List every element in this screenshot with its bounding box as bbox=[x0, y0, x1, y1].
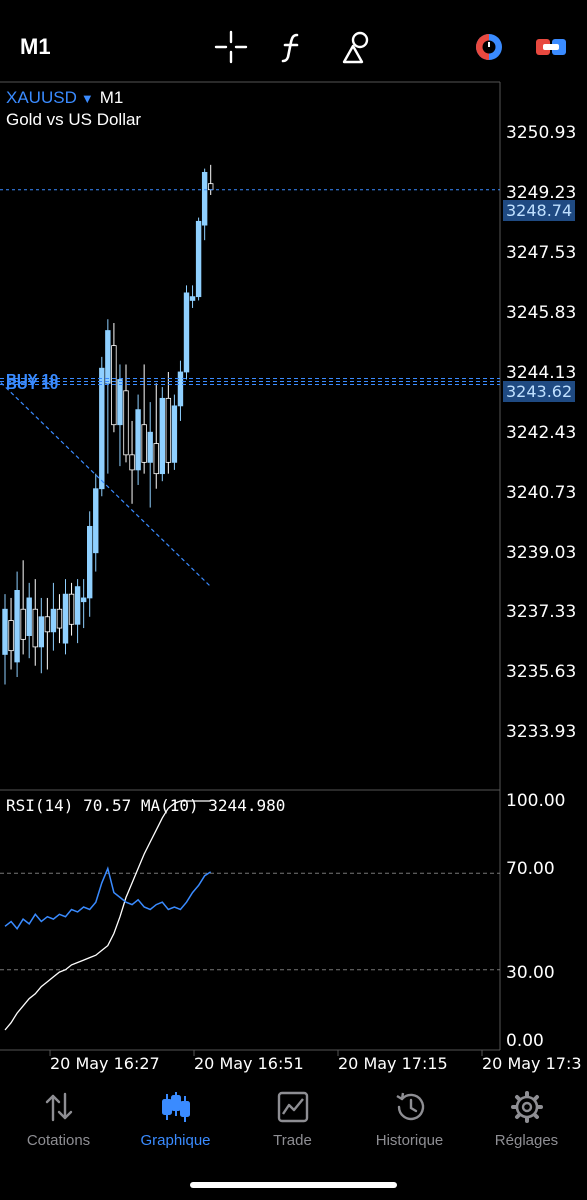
symbol-timeframe: M1 bbox=[99, 88, 124, 107]
bull-candle bbox=[135, 409, 141, 471]
bull-candle bbox=[99, 367, 105, 490]
rsi-level-label: 70.00 bbox=[506, 859, 555, 879]
nav-item-graphique[interactable]: Graphique bbox=[117, 1090, 234, 1149]
bear-candle bbox=[123, 390, 129, 456]
price-lines bbox=[0, 189, 500, 588]
bear-candle bbox=[141, 424, 147, 463]
bear-candle bbox=[8, 620, 14, 652]
bear-candle bbox=[207, 183, 214, 191]
nav-item-historique[interactable]: Historique bbox=[351, 1090, 468, 1149]
bull-candle bbox=[189, 296, 196, 301]
price-label: 3247.53 bbox=[506, 243, 577, 263]
nav-label: Historique bbox=[375, 1132, 444, 1149]
nav-label: Trade bbox=[273, 1132, 312, 1149]
rsi-line bbox=[4, 866, 212, 930]
bull-candle bbox=[2, 608, 8, 655]
chart-grid bbox=[0, 872, 500, 971]
price-label: 3237.33 bbox=[506, 602, 577, 622]
nav-item-cotations[interactable]: Cotations bbox=[0, 1090, 117, 1149]
rsi-level-label: 0.00 bbox=[506, 1031, 544, 1051]
bull-candle bbox=[38, 616, 44, 648]
bull-candle bbox=[147, 431, 153, 463]
nav-label: Graphique bbox=[140, 1132, 211, 1149]
bull-candle bbox=[117, 379, 123, 426]
bull-candle bbox=[87, 525, 93, 599]
bull-candle bbox=[159, 397, 165, 475]
order-price-tag: 3243.62 bbox=[503, 381, 576, 402]
bull-candle bbox=[26, 597, 32, 636]
price-label: 3250.93 bbox=[506, 123, 577, 143]
rsi-title[interactable]: RSI(14) 70.57 MA(10) 3244.980 bbox=[6, 796, 285, 815]
nav-label: Réglages bbox=[494, 1132, 559, 1149]
home-indicator bbox=[190, 1182, 397, 1188]
bull-candle bbox=[62, 593, 69, 644]
chevron-down-icon[interactable]: ▼ bbox=[81, 91, 94, 106]
symbol-description: Gold vs US Dollar bbox=[6, 110, 142, 129]
price-label: 3235.63 bbox=[506, 662, 577, 682]
time-label: 20 May 17:15 bbox=[338, 1054, 448, 1073]
bear-candle bbox=[44, 616, 51, 633]
bear-candle bbox=[111, 345, 117, 426]
bull-candle bbox=[177, 371, 184, 407]
nav-item-trade[interactable]: Trade bbox=[234, 1090, 351, 1149]
bull-candle bbox=[80, 597, 87, 603]
chart-candles-icon bbox=[161, 1092, 190, 1122]
bear-candle bbox=[68, 593, 75, 625]
settings-gear-icon bbox=[510, 1091, 543, 1123]
bull-candle bbox=[183, 292, 190, 373]
bear-candle bbox=[129, 454, 135, 471]
price-label: 3233.93 bbox=[506, 722, 577, 742]
history-icon bbox=[395, 1092, 424, 1121]
nav-item-reglages[interactable]: Réglages bbox=[468, 1090, 585, 1149]
bear-candle bbox=[165, 397, 172, 463]
bull-candle bbox=[105, 330, 111, 384]
bear-candle bbox=[32, 608, 38, 648]
candlestick-series bbox=[2, 164, 214, 685]
bull-candle bbox=[50, 608, 57, 633]
bull-candle bbox=[74, 586, 81, 625]
bear-candle bbox=[20, 608, 26, 640]
time-label: 20 May 16:51 bbox=[194, 1054, 304, 1073]
price-label: 3240.73 bbox=[506, 483, 577, 503]
quotes-arrows-icon bbox=[45, 1092, 72, 1122]
symbol-selector[interactable]: XAUUSD ▼ M1 bbox=[6, 88, 123, 108]
symbol-name[interactable]: XAUUSD bbox=[6, 88, 77, 107]
rsi-level-label: 30.00 bbox=[506, 963, 555, 983]
bull-candle bbox=[93, 488, 99, 554]
price-label: 3245.83 bbox=[506, 303, 577, 323]
buy-order-label[interactable]: BUY 10 bbox=[6, 376, 58, 393]
chart-frame bbox=[0, 81, 501, 1056]
chart-canvas[interactable] bbox=[0, 0, 587, 1082]
nav-label: Cotations bbox=[26, 1132, 91, 1149]
trendline bbox=[0, 382, 212, 588]
rsi-indicator bbox=[4, 800, 212, 1031]
bear-candle bbox=[153, 443, 159, 475]
bull-candle bbox=[14, 590, 20, 663]
bear-candle bbox=[56, 608, 63, 629]
bull-candle bbox=[171, 405, 178, 463]
price-label: 3244.13 bbox=[506, 363, 577, 383]
bull-candle bbox=[201, 171, 208, 226]
price-label: 3242.43 bbox=[506, 423, 577, 443]
current-price-tag: 3248.74 bbox=[503, 200, 576, 221]
price-label: 3239.03 bbox=[506, 543, 577, 563]
bull-candle bbox=[195, 220, 202, 298]
trade-chart-icon bbox=[277, 1091, 308, 1123]
time-label: 20 May 16:27 bbox=[50, 1054, 160, 1073]
time-label: 20 May 17:3 bbox=[482, 1054, 582, 1073]
rsi-level-label: 100.00 bbox=[506, 791, 566, 811]
